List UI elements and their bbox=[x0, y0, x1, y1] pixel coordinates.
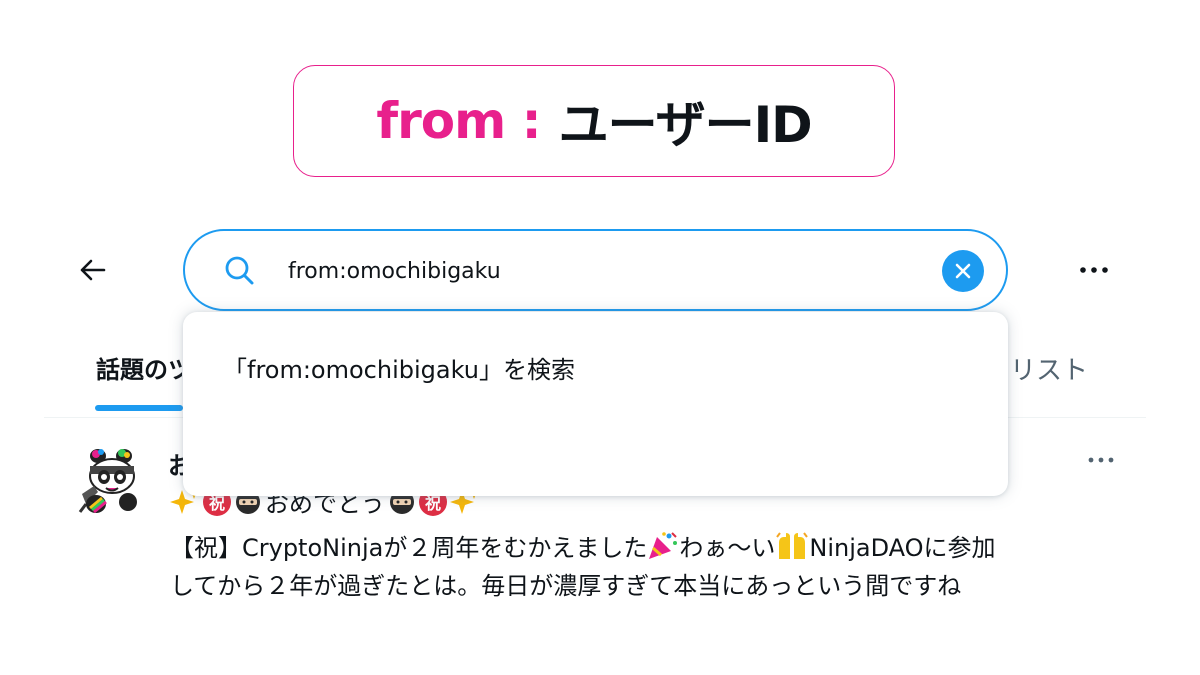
more-horizontal-icon bbox=[1080, 267, 1108, 273]
title-prefix: from : bbox=[376, 92, 541, 150]
arrow-left-icon bbox=[80, 259, 106, 281]
title-label: ユーザーID bbox=[558, 96, 813, 154]
tweet-text-line2: 【祝】CryptoNinjaが２周年をむかえました わぁ～い NinjaDAOに… bbox=[170, 528, 996, 563]
title-card: from : ユーザーID bbox=[293, 65, 895, 177]
back-button[interactable] bbox=[72, 250, 112, 290]
search-icon bbox=[225, 256, 254, 285]
search-suggestions-dropdown: 「from:omochibigaku」を検索 bbox=[183, 312, 1008, 496]
raising-hands-icon bbox=[776, 531, 809, 559]
panda-ninja-avatar-icon bbox=[78, 449, 142, 514]
more-horizontal-icon bbox=[1088, 457, 1114, 463]
tab-lists[interactable]: リスト bbox=[1010, 350, 1088, 387]
close-icon bbox=[955, 263, 971, 279]
search-input[interactable] bbox=[288, 251, 928, 291]
more-options-button[interactable] bbox=[1074, 256, 1114, 284]
clear-search-button[interactable] bbox=[942, 250, 984, 292]
tweet-more-button[interactable] bbox=[1086, 450, 1116, 470]
search-box[interactable] bbox=[183, 229, 1008, 311]
tweet-text-segment: 【祝】CryptoNinjaが２周年をむかえました bbox=[170, 534, 648, 562]
tab-trending[interactable]: 話題のツ bbox=[96, 350, 182, 385]
tweet-text-segment: わぁ～い bbox=[679, 534, 776, 562]
search-suggestion-item[interactable]: 「from:omochibigaku」を検索 bbox=[223, 350, 575, 385]
tab-active-indicator bbox=[95, 405, 183, 411]
tweet-text-line3: してから２年が過ぎたとは。毎日が濃厚すぎて本当にあっという間ですね bbox=[170, 572, 962, 600]
avatar[interactable] bbox=[76, 446, 146, 516]
party-popper-icon bbox=[649, 531, 678, 559]
tweet-text-segment: NinjaDAOに参加 bbox=[809, 534, 996, 562]
